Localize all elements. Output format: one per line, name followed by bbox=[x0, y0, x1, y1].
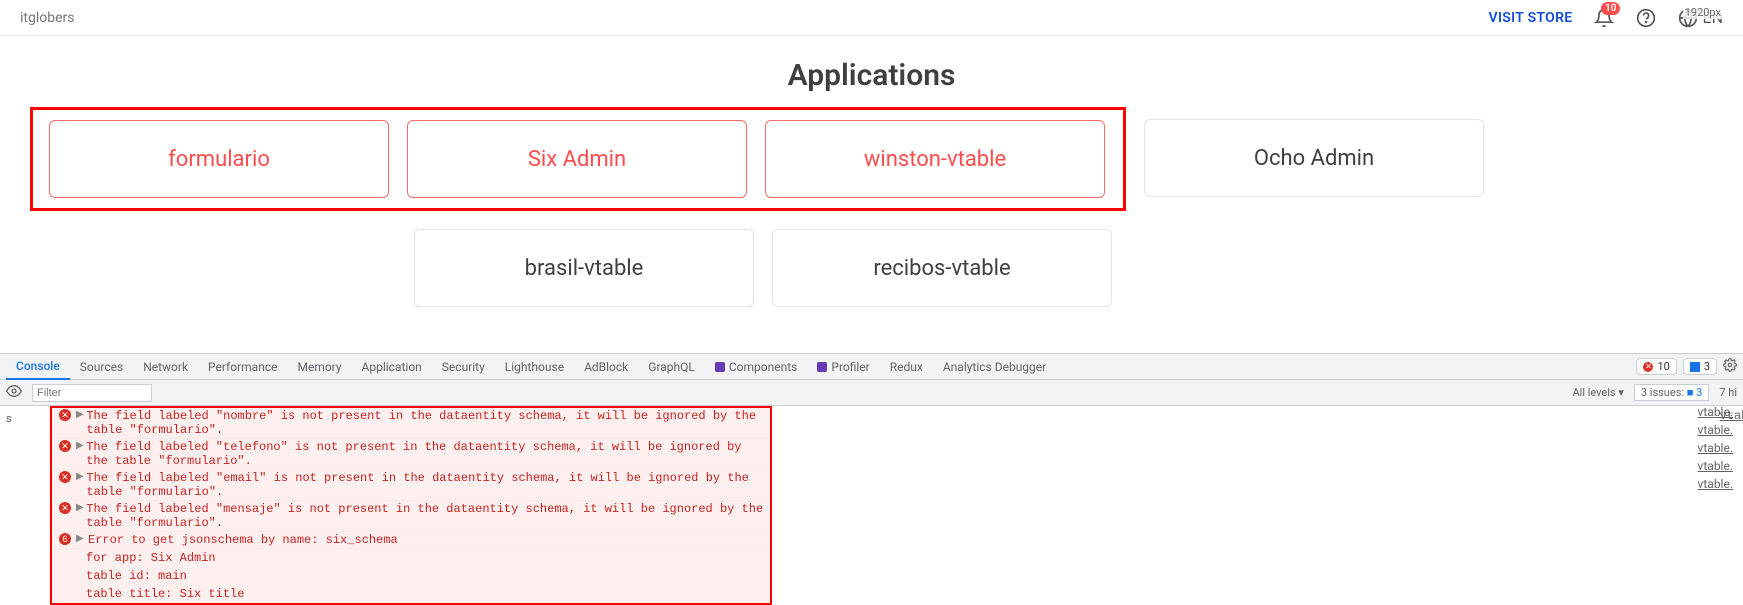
log-message: The field labeled "mensaje" is not prese… bbox=[86, 502, 764, 530]
issues-blue-count: ■ 3 bbox=[1687, 386, 1703, 399]
log-source-link[interactable]: vtable. bbox=[1698, 423, 1733, 437]
log-message: The field labeled "telefono" is not pres… bbox=[86, 440, 764, 468]
devtools-issues-button[interactable]: 3 issues: ■ 3 bbox=[1634, 384, 1709, 401]
devtools-panel: Console Sources Network Performance Memo… bbox=[0, 353, 1743, 605]
devtools-tab-analytics-debugger[interactable]: Analytics Debugger bbox=[933, 354, 1056, 380]
react-icon bbox=[817, 362, 827, 372]
notification-badge: 10 bbox=[1601, 2, 1620, 15]
devtools-tab-network[interactable]: Network bbox=[133, 354, 198, 380]
devtools-filter-bar: All levels ▾ 3 issues: ■ 3 7 hi bbox=[0, 380, 1743, 406]
devtools-eye-button[interactable] bbox=[6, 383, 22, 402]
devtools-tab-label: Profiler bbox=[831, 360, 869, 374]
workspace-name: itglobers bbox=[20, 10, 75, 26]
issues-label: 3 issues: bbox=[1641, 386, 1684, 399]
app-card-formulario[interactable]: formulario bbox=[49, 120, 389, 198]
log-message-line: for app: Six Admin bbox=[52, 549, 770, 567]
devtools-tab-sources[interactable]: Sources bbox=[70, 354, 133, 380]
log-message: The field labeled "nombre" is not presen… bbox=[86, 409, 764, 437]
devtools-tab-security[interactable]: Security bbox=[432, 354, 495, 380]
sidebar-item[interactable]: s bbox=[0, 412, 49, 425]
app-card-recibos-vtable[interactable]: recibos-vtable bbox=[772, 229, 1112, 307]
layout-spacer bbox=[30, 229, 396, 307]
error-icon: ✕ bbox=[59, 502, 71, 514]
devtools-error-count[interactable]: ✕ 10 bbox=[1636, 358, 1676, 375]
devtools-tab-graphql[interactable]: GraphQL bbox=[638, 354, 705, 380]
devtools-tab-application[interactable]: Application bbox=[352, 354, 432, 380]
devtools-filter-input[interactable] bbox=[32, 384, 152, 402]
log-source-link[interactable]: vtable. bbox=[1698, 459, 1733, 473]
help-icon bbox=[1636, 8, 1656, 28]
log-source-link[interactable]: vtable. bbox=[1698, 441, 1733, 455]
topbar-right: VISIT STORE 10 EN 1920px bbox=[1489, 8, 1723, 28]
log-message: The field labeled "email" is not present… bbox=[86, 471, 764, 499]
page-title: Applications bbox=[0, 58, 1743, 93]
highlighted-apps-group: formulario Six Admin winston-vtable bbox=[30, 107, 1126, 211]
error-icon: ✕ bbox=[1643, 362, 1653, 372]
devtools-tab-memory[interactable]: Memory bbox=[287, 354, 351, 380]
devtools-sidebar: s bbox=[0, 406, 50, 605]
notifications-button[interactable]: 10 bbox=[1594, 8, 1614, 28]
devtools-tab-label: Components bbox=[729, 360, 798, 374]
error-icon: ✕ bbox=[59, 440, 71, 452]
expand-caret-icon[interactable]: ▶ bbox=[76, 502, 84, 514]
app-card-ocho-admin[interactable]: Ocho Admin bbox=[1144, 119, 1484, 197]
log-message-line: table id: main bbox=[52, 567, 770, 585]
devtools-settings-button[interactable] bbox=[1723, 358, 1737, 375]
app-card-brasil-vtable[interactable]: brasil-vtable bbox=[414, 229, 754, 307]
console-log-row[interactable]: ✕ ▶ The field labeled "email" is not pre… bbox=[52, 470, 770, 501]
log-source-link[interactable]: vtable. bbox=[1698, 405, 1733, 419]
count-label: 10 bbox=[1657, 360, 1669, 373]
console-log-row[interactable]: ✕ ▶ The field labeled "nombre" is not pr… bbox=[52, 408, 770, 439]
devtools-tab-adblock[interactable]: AdBlock bbox=[574, 354, 638, 380]
error-icon: ✕ bbox=[59, 409, 71, 421]
log-message: Error to get jsonschema by name: six_sch… bbox=[88, 533, 398, 547]
devtools-log-area: ✕ ▶ The field labeled "nombre" is not pr… bbox=[50, 406, 1743, 605]
expand-caret-icon[interactable]: ▶ bbox=[76, 440, 84, 452]
error-count-icon: 6 bbox=[59, 533, 71, 545]
help-button[interactable] bbox=[1636, 8, 1656, 28]
expand-caret-icon[interactable]: ▶ bbox=[76, 471, 84, 483]
devtools-message-count[interactable]: 3 bbox=[1683, 358, 1717, 375]
expand-caret-icon[interactable]: ▶ bbox=[76, 533, 86, 545]
log-source-link[interactable]: vtable. bbox=[1698, 477, 1733, 491]
console-log-row[interactable]: 6 ▶ Error to get jsonschema by name: six… bbox=[52, 532, 770, 549]
expand-caret-icon[interactable]: ▶ bbox=[76, 409, 84, 421]
console-log-row[interactable]: ✕ ▶ The field labeled "mensaje" is not p… bbox=[52, 501, 770, 532]
eye-icon bbox=[6, 383, 22, 399]
topbar: itglobers VISIT STORE 10 EN 1920px bbox=[0, 0, 1743, 36]
devtools-tabs: Console Sources Network Performance Memo… bbox=[0, 354, 1743, 380]
applications-area: formulario Six Admin winston-vtable Ocho… bbox=[0, 107, 1743, 347]
devtools-tab-performance[interactable]: Performance bbox=[198, 354, 287, 380]
console-log-row[interactable]: ✕ ▶ The field labeled "telefono" is not … bbox=[52, 439, 770, 470]
devtools-tab-components[interactable]: Components bbox=[705, 354, 808, 380]
count-label: 3 bbox=[1704, 360, 1710, 373]
gear-icon bbox=[1723, 358, 1737, 372]
log-message-line: table title: Six title bbox=[52, 585, 770, 603]
devtools-tab-profiler[interactable]: Profiler bbox=[807, 354, 879, 380]
message-icon bbox=[1690, 362, 1700, 372]
app-card-six-admin[interactable]: Six Admin bbox=[407, 120, 747, 198]
app-card-winston-vtable[interactable]: winston-vtable bbox=[765, 120, 1105, 198]
devtools-tab-lighthouse[interactable]: Lighthouse bbox=[495, 354, 574, 380]
devtools-console-body: s ✕ ▶ The field labeled "nombre" is not … bbox=[0, 406, 1743, 605]
visit-store-link[interactable]: VISIT STORE bbox=[1489, 10, 1573, 26]
language-button[interactable]: EN 1920px bbox=[1678, 8, 1723, 28]
error-icon: ✕ bbox=[59, 471, 71, 483]
devtools-tab-redux[interactable]: Redux bbox=[880, 354, 933, 380]
devtools-levels-dropdown[interactable]: All levels ▾ bbox=[1572, 386, 1623, 399]
react-icon bbox=[715, 362, 725, 372]
devtools-hidden-label: 7 hi bbox=[1719, 386, 1737, 399]
devtools-tab-console[interactable]: Console bbox=[6, 354, 70, 380]
resolution-overlay: 1920px bbox=[1683, 6, 1723, 19]
